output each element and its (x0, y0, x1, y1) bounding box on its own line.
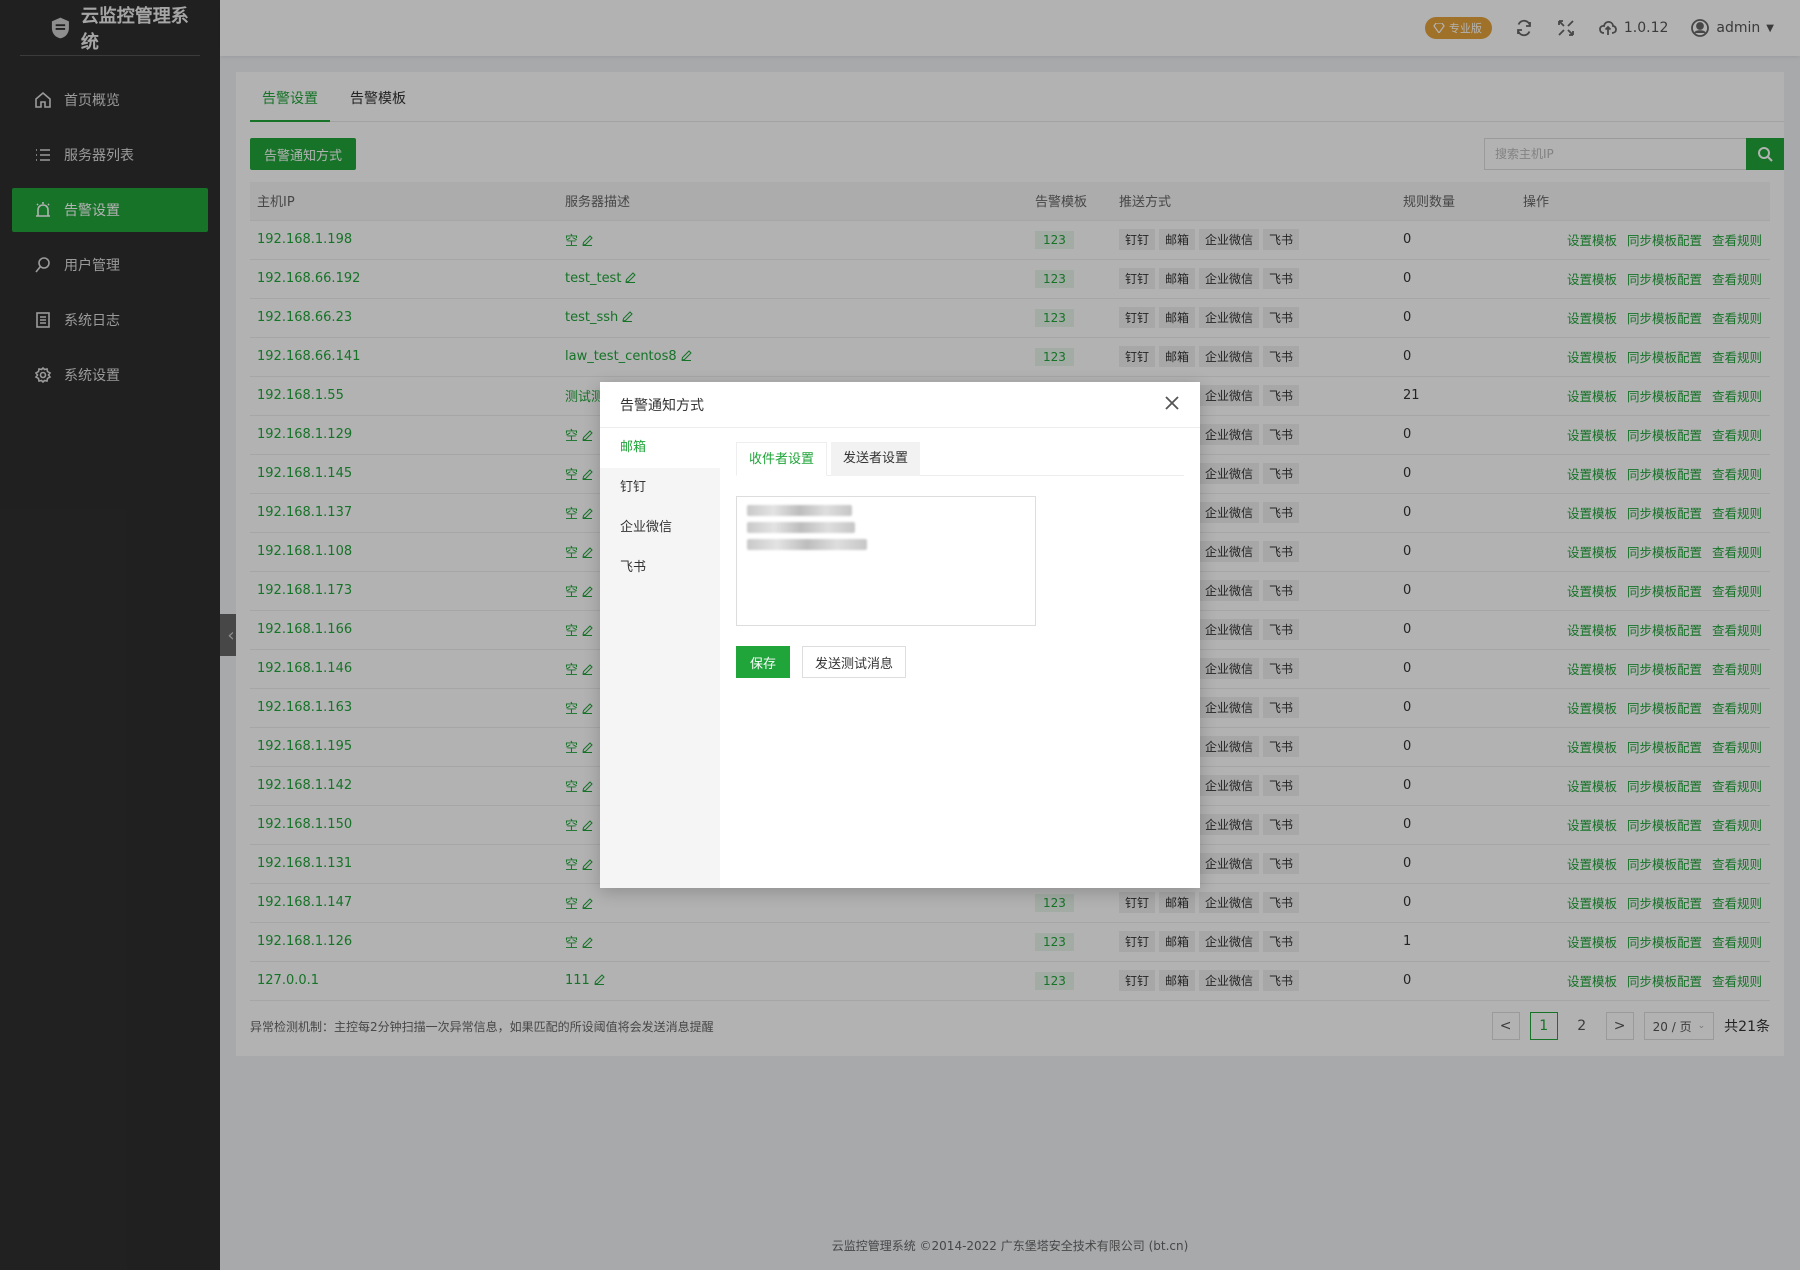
tab-sender-settings[interactable]: 发送者设置 (831, 442, 921, 476)
close-icon (1165, 395, 1179, 410)
notify-method-modal: 告警通知方式 邮箱 钉钉 企业微信 飞书 收件者设置 发送者设置 保存 发送测试… (600, 382, 1200, 888)
redacted-line (747, 505, 852, 516)
redacted-line (747, 539, 867, 550)
recipient-textarea[interactable] (736, 496, 1036, 626)
email-settings-tabs: 收件者设置 发送者设置 (736, 442, 1184, 476)
modal-actions: 保存 发送测试消息 (736, 646, 1184, 678)
tab-recipient-settings[interactable]: 收件者设置 (736, 442, 828, 476)
channel-feishu[interactable]: 飞书 (600, 548, 720, 588)
channel-email[interactable]: 邮箱 (600, 428, 720, 468)
modal-body: 收件者设置 发送者设置 保存 发送测试消息 (720, 428, 1200, 888)
modal-channel-list: 邮箱 钉钉 企业微信 飞书 (600, 428, 720, 888)
send-test-button[interactable]: 发送测试消息 (802, 646, 907, 678)
channel-wecom[interactable]: 企业微信 (600, 508, 720, 548)
modal-close-button[interactable] (1164, 395, 1180, 415)
modal-header: 告警通知方式 (600, 382, 1200, 428)
save-button[interactable]: 保存 (736, 646, 791, 678)
modal-title: 告警通知方式 (620, 397, 704, 414)
redacted-line (747, 522, 855, 533)
channel-dingtalk[interactable]: 钉钉 (600, 468, 720, 508)
